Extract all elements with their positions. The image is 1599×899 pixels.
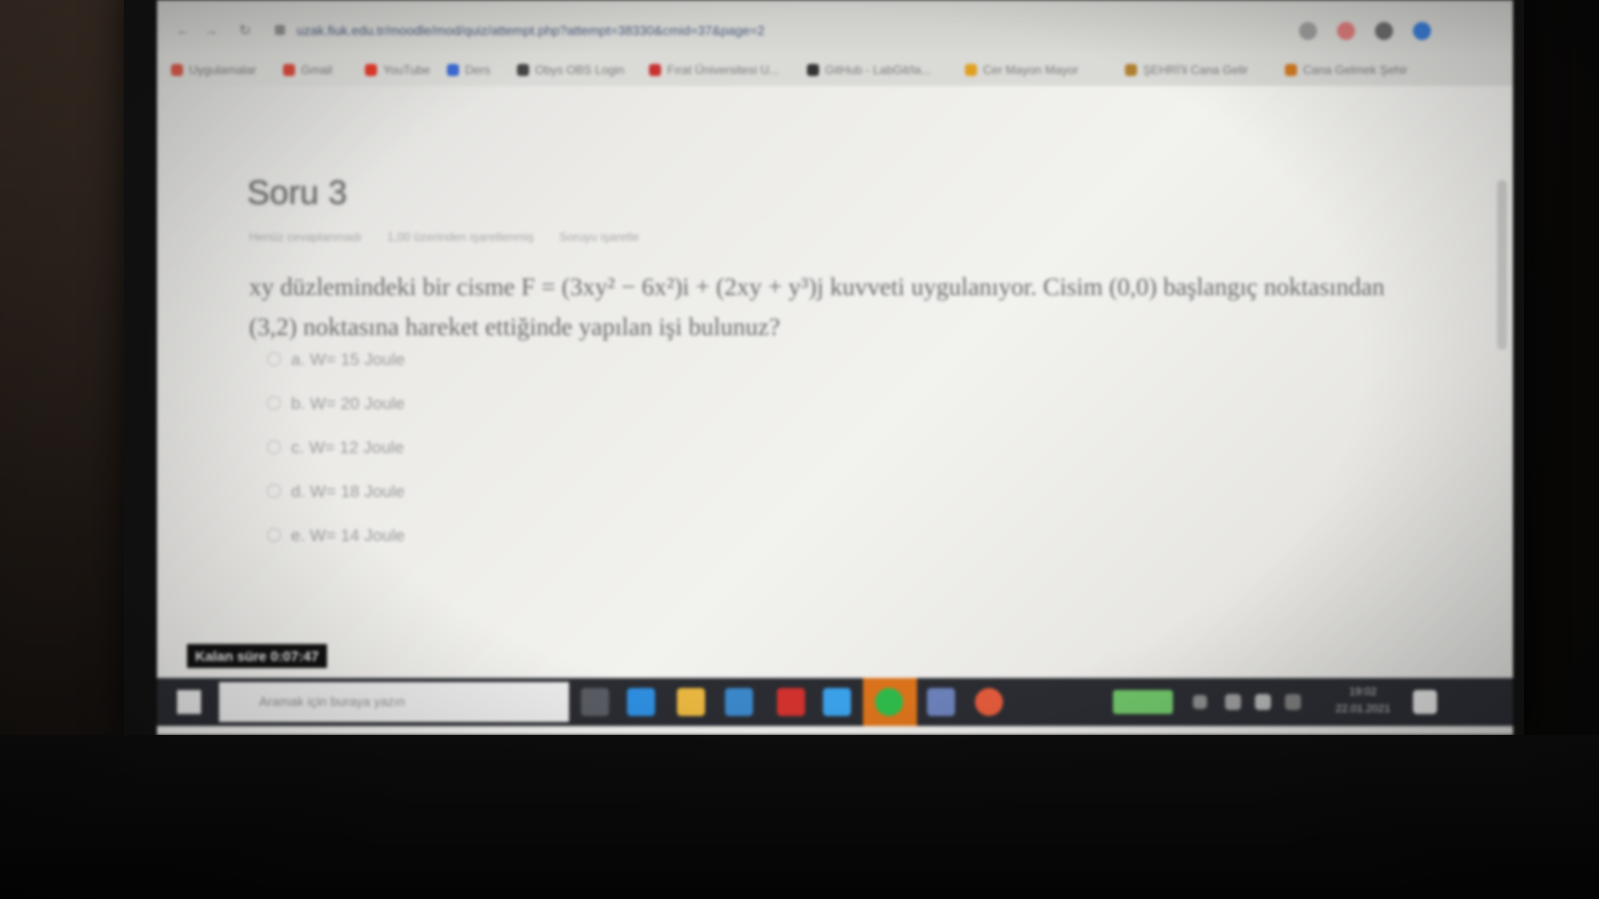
browser-toolbar: ← → ↻ uzak.fiuk.edu.tr/moodle/mod/quiz/a… [157,0,1513,52]
extension-icon[interactable] [1337,22,1355,40]
network-icon[interactable] [1225,694,1241,710]
bookmark-item[interactable]: YouTube [365,62,430,78]
bookmark-label: GitHub - LabGit/la... [825,63,932,77]
radio-button[interactable] [267,396,281,410]
language-icon[interactable] [1285,694,1301,710]
bookmark-item[interactable]: Ders [447,62,490,78]
question-title: Soru 3 [247,174,348,212]
answer-label: c. W= 12 Joule [291,438,404,457]
answer-label: b. W= 20 Joule [291,394,405,413]
bookmark-item[interactable]: Uygulamalar [171,62,256,78]
chrome-icon[interactable] [875,688,903,716]
address-text: uzak.fiuk.edu.tr/moodle/mod/quiz/attempt… [296,23,765,38]
reload-icon: ↻ [239,22,251,38]
bookmark-item[interactable]: Fırat Üniversitesi U... [649,62,779,78]
question-grade: 1,00 üzerinden işaretlenmiş [387,230,534,244]
answer-option[interactable]: b. W= 20 Joule [267,394,405,414]
answer-label: a. W= 15 Joule [291,350,405,369]
bookmark-icon [1285,64,1297,76]
quiz-page: Soru 3 Henüz cevaplanmadı 1,00 üzerinden… [157,86,1513,676]
arrow-left-icon: ← [176,22,190,38]
bookmark-label: Cana Gelmek Şehir [1303,63,1408,77]
battery-icon[interactable] [1113,690,1173,714]
answer-label: e. W= 14 Joule [291,526,405,545]
arrow-right-icon: → [204,22,218,38]
bookmark-item[interactable]: GitHub - LabGit/la... [807,62,931,78]
answer-label: d. W= 18 Joule [291,482,405,501]
clock-time: 19:02 [1349,686,1377,698]
bookmark-label: Obys OBS Login [535,63,625,77]
answer-option[interactable]: d. W= 18 Joule [267,482,405,502]
clock[interactable]: 19:02 22.01.2021 [1333,684,1393,718]
bookmark-icon [965,64,977,76]
bookmark-icon [365,64,377,76]
bookmark-item[interactable]: Gmail [283,62,332,78]
reload-button[interactable]: ↻ [237,22,253,38]
edge-browser-icon[interactable] [627,688,655,716]
search-placeholder: Aramak için buraya yazın [259,694,405,709]
radio-button[interactable] [267,528,281,542]
question-status: Henüz cevaplanmadı [249,230,362,244]
bookmark-label: Ders [465,63,491,77]
extension-icon[interactable] [1375,22,1393,40]
forward-button[interactable]: → [203,22,219,38]
answer-option[interactable]: a. W= 15 Joule [267,350,405,370]
flag-question-link[interactable]: Soruyu işaretle [559,230,639,244]
store-icon[interactable] [725,688,753,716]
bookmarks-bar: Uygulamalar Gmail YouTube Ders Obys OBS … [157,52,1513,86]
office-icon[interactable] [777,688,805,716]
bookmark-icon [283,64,295,76]
extension-icon[interactable] [1299,22,1317,40]
question-info: Henüz cevaplanmadı 1,00 üzerinden işaret… [249,230,661,244]
app-icon[interactable] [823,688,851,716]
lock-icon [275,25,285,35]
laptop-screen: ← → ↻ uzak.fiuk.edu.tr/moodle/mod/quiz/a… [157,0,1513,735]
radio-button[interactable] [267,484,281,498]
notification-icon[interactable] [1413,690,1437,714]
bookmark-label: Uygulamalar [189,63,257,77]
photo-scene: ← → ↻ uzak.fiuk.edu.tr/moodle/mod/quiz/a… [0,0,1599,899]
back-button[interactable]: ← [175,22,191,38]
bookmark-icon [171,64,183,76]
profile-avatar[interactable] [1413,22,1431,40]
app-icon[interactable] [927,688,955,716]
laptop-base [0,735,1599,899]
radio-button[interactable] [267,352,281,366]
clock-date: 22.01.2021 [1335,703,1391,715]
bookmark-item[interactable]: Obys OBS Login [517,62,624,78]
bookmark-label: Cer Mayon Mayor [983,63,1079,77]
answer-option[interactable]: c. W= 12 Joule [267,438,404,458]
bookmark-label: YouTube [383,63,431,77]
chrome-icon[interactable] [975,688,1003,716]
windows-start-button[interactable] [177,690,201,714]
bookmark-icon [807,64,819,76]
bookmark-icon [1125,64,1137,76]
answer-option[interactable]: e. W= 14 Joule [267,526,405,546]
question-text: xy düzlemindeki bir cisme F = (3xy² − 6x… [249,274,1385,341]
bookmark-icon [649,64,661,76]
bookmark-item[interactable]: Cer Mayon Mayor [965,62,1078,78]
taskbar: Aramak için buraya yazın 19:02 22.01.202… [157,678,1513,726]
task-view-icon[interactable] [581,688,609,716]
taskbar-search-box[interactable]: Aramak için buraya yazın [219,682,569,722]
file-explorer-icon[interactable] [677,688,705,716]
address-bar[interactable]: uzak.fiuk.edu.tr/moodle/mod/quiz/attempt… [275,20,1275,42]
tray-chevron-icon[interactable] [1193,695,1207,709]
bookmark-label: Fırat Üniversitesi U... [667,63,780,77]
bookmark-icon [517,64,529,76]
bookmark-item[interactable]: Cana Gelmek Şehir [1285,62,1408,78]
quiz-timer: Kalan süre 0:07:47 [187,644,327,668]
page-scrollbar[interactable] [1497,180,1507,350]
volume-icon[interactable] [1255,694,1271,710]
bookmark-label: ŞEHRİ'li Cana Gelir [1143,63,1248,77]
bookmark-item[interactable]: ŞEHRİ'li Cana Gelir [1125,62,1248,78]
bookmark-icon [447,64,459,76]
bookmark-label: Gmail [301,63,333,77]
radio-button[interactable] [267,440,281,454]
